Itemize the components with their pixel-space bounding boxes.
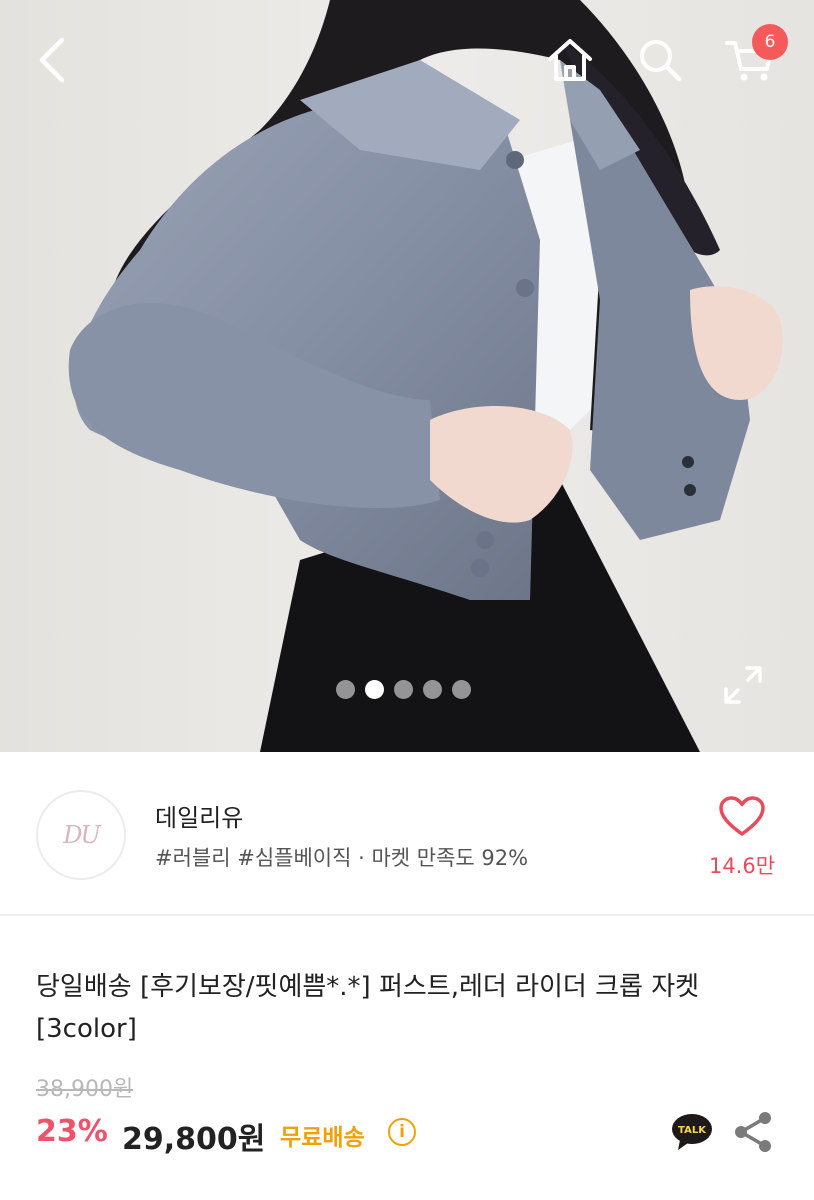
share-button[interactable] — [732, 1110, 776, 1154]
home-icon — [548, 39, 592, 81]
seller-logo[interactable]: DU — [36, 790, 126, 880]
share-icon — [735, 1112, 771, 1152]
talk-icon: TALK — [672, 1114, 712, 1150]
product-info: 당일배송 [후기보장/핏예쁨*.*] 퍼스트,레더 라이더 크롭 자켓 [3co… — [0, 918, 814, 1200]
cart-count-badge: 6 — [752, 24, 788, 60]
search-icon — [640, 40, 682, 82]
free-shipping-label: 무료배송 — [280, 1125, 365, 1151]
home-button[interactable] — [540, 30, 600, 90]
like-count: 14.6만 — [708, 854, 776, 878]
gallery-dot-5[interactable] — [452, 680, 471, 699]
gallery-dot-2[interactable] — [365, 680, 384, 699]
product-image-gallery[interactable]: 6 — [0, 0, 814, 752]
discount-rate: 23% — [36, 1114, 108, 1149]
talk-label: TALK — [678, 1125, 707, 1136]
top-navigation-bar: 6 — [0, 0, 814, 120]
seller-name[interactable]: 데일리유 — [155, 798, 243, 833]
product-title: 당일배송 [후기보장/핏예쁨*.*] 퍼스트,레더 라이더 크롭 자켓 [3co… — [36, 972, 700, 1044]
gallery-dot-3[interactable] — [394, 680, 413, 699]
like-button[interactable]: 14.6만 — [700, 792, 784, 896]
chevron-left-icon — [39, 37, 65, 83]
search-button[interactable] — [630, 30, 690, 90]
expand-icon — [724, 666, 762, 704]
original-price: 38,900원 — [36, 1077, 134, 1102]
gallery-pagination — [336, 680, 471, 699]
gallery-dot-4[interactable] — [423, 680, 442, 699]
back-button[interactable] — [24, 30, 84, 90]
seller-tags: #러블리 #심플베이직 · 마켓 만족도 92% — [155, 846, 529, 870]
heart-icon — [719, 796, 765, 836]
seller-logo-text: DU — [63, 821, 100, 849]
sale-price: 29,800원 — [122, 1122, 266, 1157]
gallery-dot-1[interactable] — [336, 680, 355, 699]
expand-image-button[interactable] — [716, 658, 770, 712]
kakao-talk-button[interactable]: TALK — [670, 1112, 714, 1152]
shipping-info-icon[interactable]: i — [388, 1118, 416, 1146]
seller-section[interactable]: DU 데일리유 #러블리 #심플베이직 · 마켓 만족도 92% 14.6만 — [0, 752, 814, 916]
